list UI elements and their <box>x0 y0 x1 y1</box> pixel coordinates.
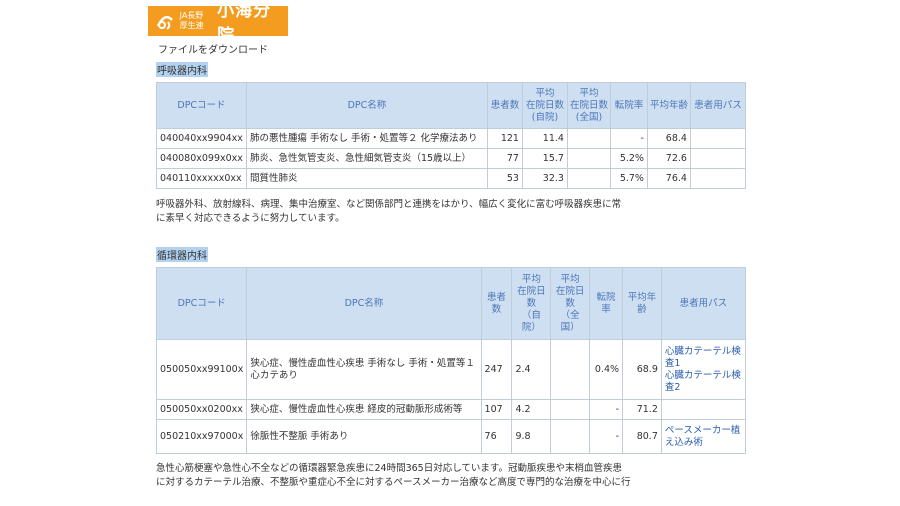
cardiology-description: 急性心筋梗塞や急性心不全などの循環器緊急疾患に24時間365日対応しています。冠… <box>156 463 631 488</box>
cell-avg-days-self: 2.4 <box>511 339 552 400</box>
cell-avg-age: 80.7 <box>622 419 662 454</box>
cell-avg-age: 71.2 <box>622 399 662 420</box>
cell-patient-path[interactable]: ペースメーカー植 え込み術 <box>660 419 747 454</box>
cell-patients: 76 <box>480 419 513 454</box>
col-header-avg-days-national: 平均 在院日数 (全国) <box>566 82 611 129</box>
cell-avg-days-national <box>550 419 591 454</box>
cell-dpc-name: 肺炎、急性気管支炎、急性細気管支炎（15歳以上） <box>245 148 488 169</box>
cell-avg-age: 68.4 <box>646 128 691 149</box>
cell-patients: 53 <box>486 168 523 189</box>
col-header-dpc-code: DPCコード <box>155 267 248 340</box>
table-row: 040110xxxxx0xx 間質性肺炎 53 32.3 5.7% 76.4 <box>156 168 747 189</box>
col-header-transfer-rate: 転院率 <box>589 267 624 340</box>
col-header-patient-path: 患者用パス <box>660 267 747 340</box>
cell-avg-days-self: 32.3 <box>521 168 568 189</box>
cell-transfer-rate: 5.2% <box>609 148 648 169</box>
col-header-avg-age: 平均年齢 <box>622 267 662 340</box>
col-header-patients: 患者数 <box>480 267 513 340</box>
cell-dpc-code: 040080x099x0xx <box>156 148 247 169</box>
cell-dpc-code: 050210xx97000x <box>155 419 248 454</box>
respiratory-description: 呼吸器外科、放射線科、病理、集中治療室、など関係部門と連携をはかり、幅広く変化に… <box>156 199 622 224</box>
cell-dpc-name: 肺の悪性腫瘍 手術なし 手術・処置等２ 化学療法あり <box>245 128 488 149</box>
table-row: 040040xx9904xx 肺の悪性腫瘍 手術なし 手術・処置等２ 化学療法あり… <box>156 128 747 149</box>
cell-transfer-rate: 5.7% <box>609 168 648 189</box>
cell-avg-days-national <box>566 168 611 189</box>
cell-avg-days-self: 15.7 <box>521 148 568 169</box>
cell-transfer-rate: - <box>589 419 624 454</box>
cell-patient-path[interactable]: 心臓カテーテル検 査1 心臓カテーテル検 査2 <box>660 339 747 400</box>
cell-avg-days-national <box>550 339 591 400</box>
logo-line1: JA長野 <box>179 11 204 20</box>
logo-org-text: JA長野 厚生連 <box>180 11 215 31</box>
table-row: 050050xx0200xx 狭心症、慢性虚血性心疾患 経皮的冠動脈形成術等 107… <box>155 399 747 420</box>
logo-hospital-name: 小海分院 <box>217 1 272 46</box>
cell-avg-days-self: 9.8 <box>511 419 552 454</box>
cell-avg-days-national <box>566 148 611 169</box>
cell-avg-days-national <box>550 399 591 420</box>
col-header-avg-days-national: 平均 在院日数（全 国） <box>550 267 591 340</box>
col-header-patient-path: 患者用パス <box>689 82 747 129</box>
col-header-patients: 患者数 <box>486 82 523 129</box>
col-header-dpc-name: DPC名称 <box>245 82 488 129</box>
cell-patients: 77 <box>486 148 523 169</box>
cell-dpc-code: 040040xx9904xx <box>156 128 247 149</box>
cell-patient-path <box>689 148 747 169</box>
table-header-row: DPCコード DPC名称 患者数 平均 在院日数（自 院） 平均 在院日数（全 国） 転… <box>155 267 747 340</box>
col-header-transfer-rate: 転院率 <box>609 82 648 129</box>
col-header-avg-days-self: 平均 在院日数 (自院) <box>521 82 568 129</box>
cell-avg-age: 68.9 <box>622 339 662 400</box>
col-header-avg-days-self: 平均 在院日数（自 院） <box>511 267 552 340</box>
cell-dpc-code: 040110xxxxx0xx <box>156 168 247 189</box>
cell-patients: 107 <box>480 399 513 420</box>
cell-transfer-rate: - <box>609 128 648 149</box>
cell-dpc-name: 間質性肺炎 <box>245 168 488 189</box>
table-row: 050210xx97000x 徐脈性不整脈 手術あり 76 9.8 -80.7 ペースメー… <box>155 419 747 454</box>
logo-line2: 厚生連 <box>179 21 204 30</box>
cell-patient-path <box>689 168 747 189</box>
cell-avg-age: 72.6 <box>646 148 691 169</box>
table-row: 050050xx99100x 狭心症、慢性虚血性心疾患 手術なし 手術・処置等１ 心… <box>155 339 747 400</box>
section-title-respiratory: 呼吸器内科 <box>156 62 208 77</box>
download-file-link[interactable]: ファイルをダウンロード <box>158 41 268 56</box>
table-header-row: DPCコード DPC名称 患者数 平均 在院日数 (自院) 平均 在院日数 (全国) 転… <box>156 82 747 129</box>
cell-dpc-name: 狭心症、慢性虚血性心疾患 経皮的冠動脈形成術等 <box>246 399 482 420</box>
cell-patient-path <box>689 128 747 149</box>
col-header-dpc-code: DPCコード <box>156 82 247 129</box>
ja-logo-icon <box>152 8 178 34</box>
cell-transfer-rate: 0.4% <box>589 339 624 400</box>
cell-avg-days-self: 11.4 <box>521 128 568 149</box>
cell-patient-path <box>660 399 747 420</box>
cell-avg-days-self: 4.2 <box>511 399 552 420</box>
cell-patients: 121 <box>486 128 523 149</box>
cell-dpc-name: 徐脈性不整脈 手術あり <box>246 419 482 454</box>
cell-dpc-name: 狭心症、慢性虚血性心疾患 手術なし 手術・処置等１ 心カテあり <box>246 339 482 400</box>
hospital-logo[interactable]: JA長野 厚生連 小海分院 <box>148 1 288 46</box>
cell-dpc-code: 050050xx99100x <box>155 339 248 400</box>
cell-avg-age: 76.4 <box>646 168 691 189</box>
section-title-cardiology: 循環器内科 <box>156 247 208 262</box>
col-header-avg-age: 平均年齢 <box>646 82 691 129</box>
respiratory-dpc-table: DPCコード DPC名称 患者数 平均 在院日数 (自院) 平均 在院日数 (全国) 転… <box>156 82 747 189</box>
cell-dpc-code: 050050xx0200xx <box>155 399 248 420</box>
col-header-dpc-name: DPC名称 <box>246 267 482 340</box>
cell-avg-days-national <box>566 128 611 149</box>
cell-patients: 247 <box>480 339 513 400</box>
cell-transfer-rate: - <box>589 399 624 420</box>
table-row: 040080x099x0xx 肺炎、急性気管支炎、急性細気管支炎（15歳以上） 77… <box>156 148 747 169</box>
cardiology-dpc-table: DPCコード DPC名称 患者数 平均 在院日数（自 院） 平均 在院日数（全 国） 転… <box>155 267 747 454</box>
